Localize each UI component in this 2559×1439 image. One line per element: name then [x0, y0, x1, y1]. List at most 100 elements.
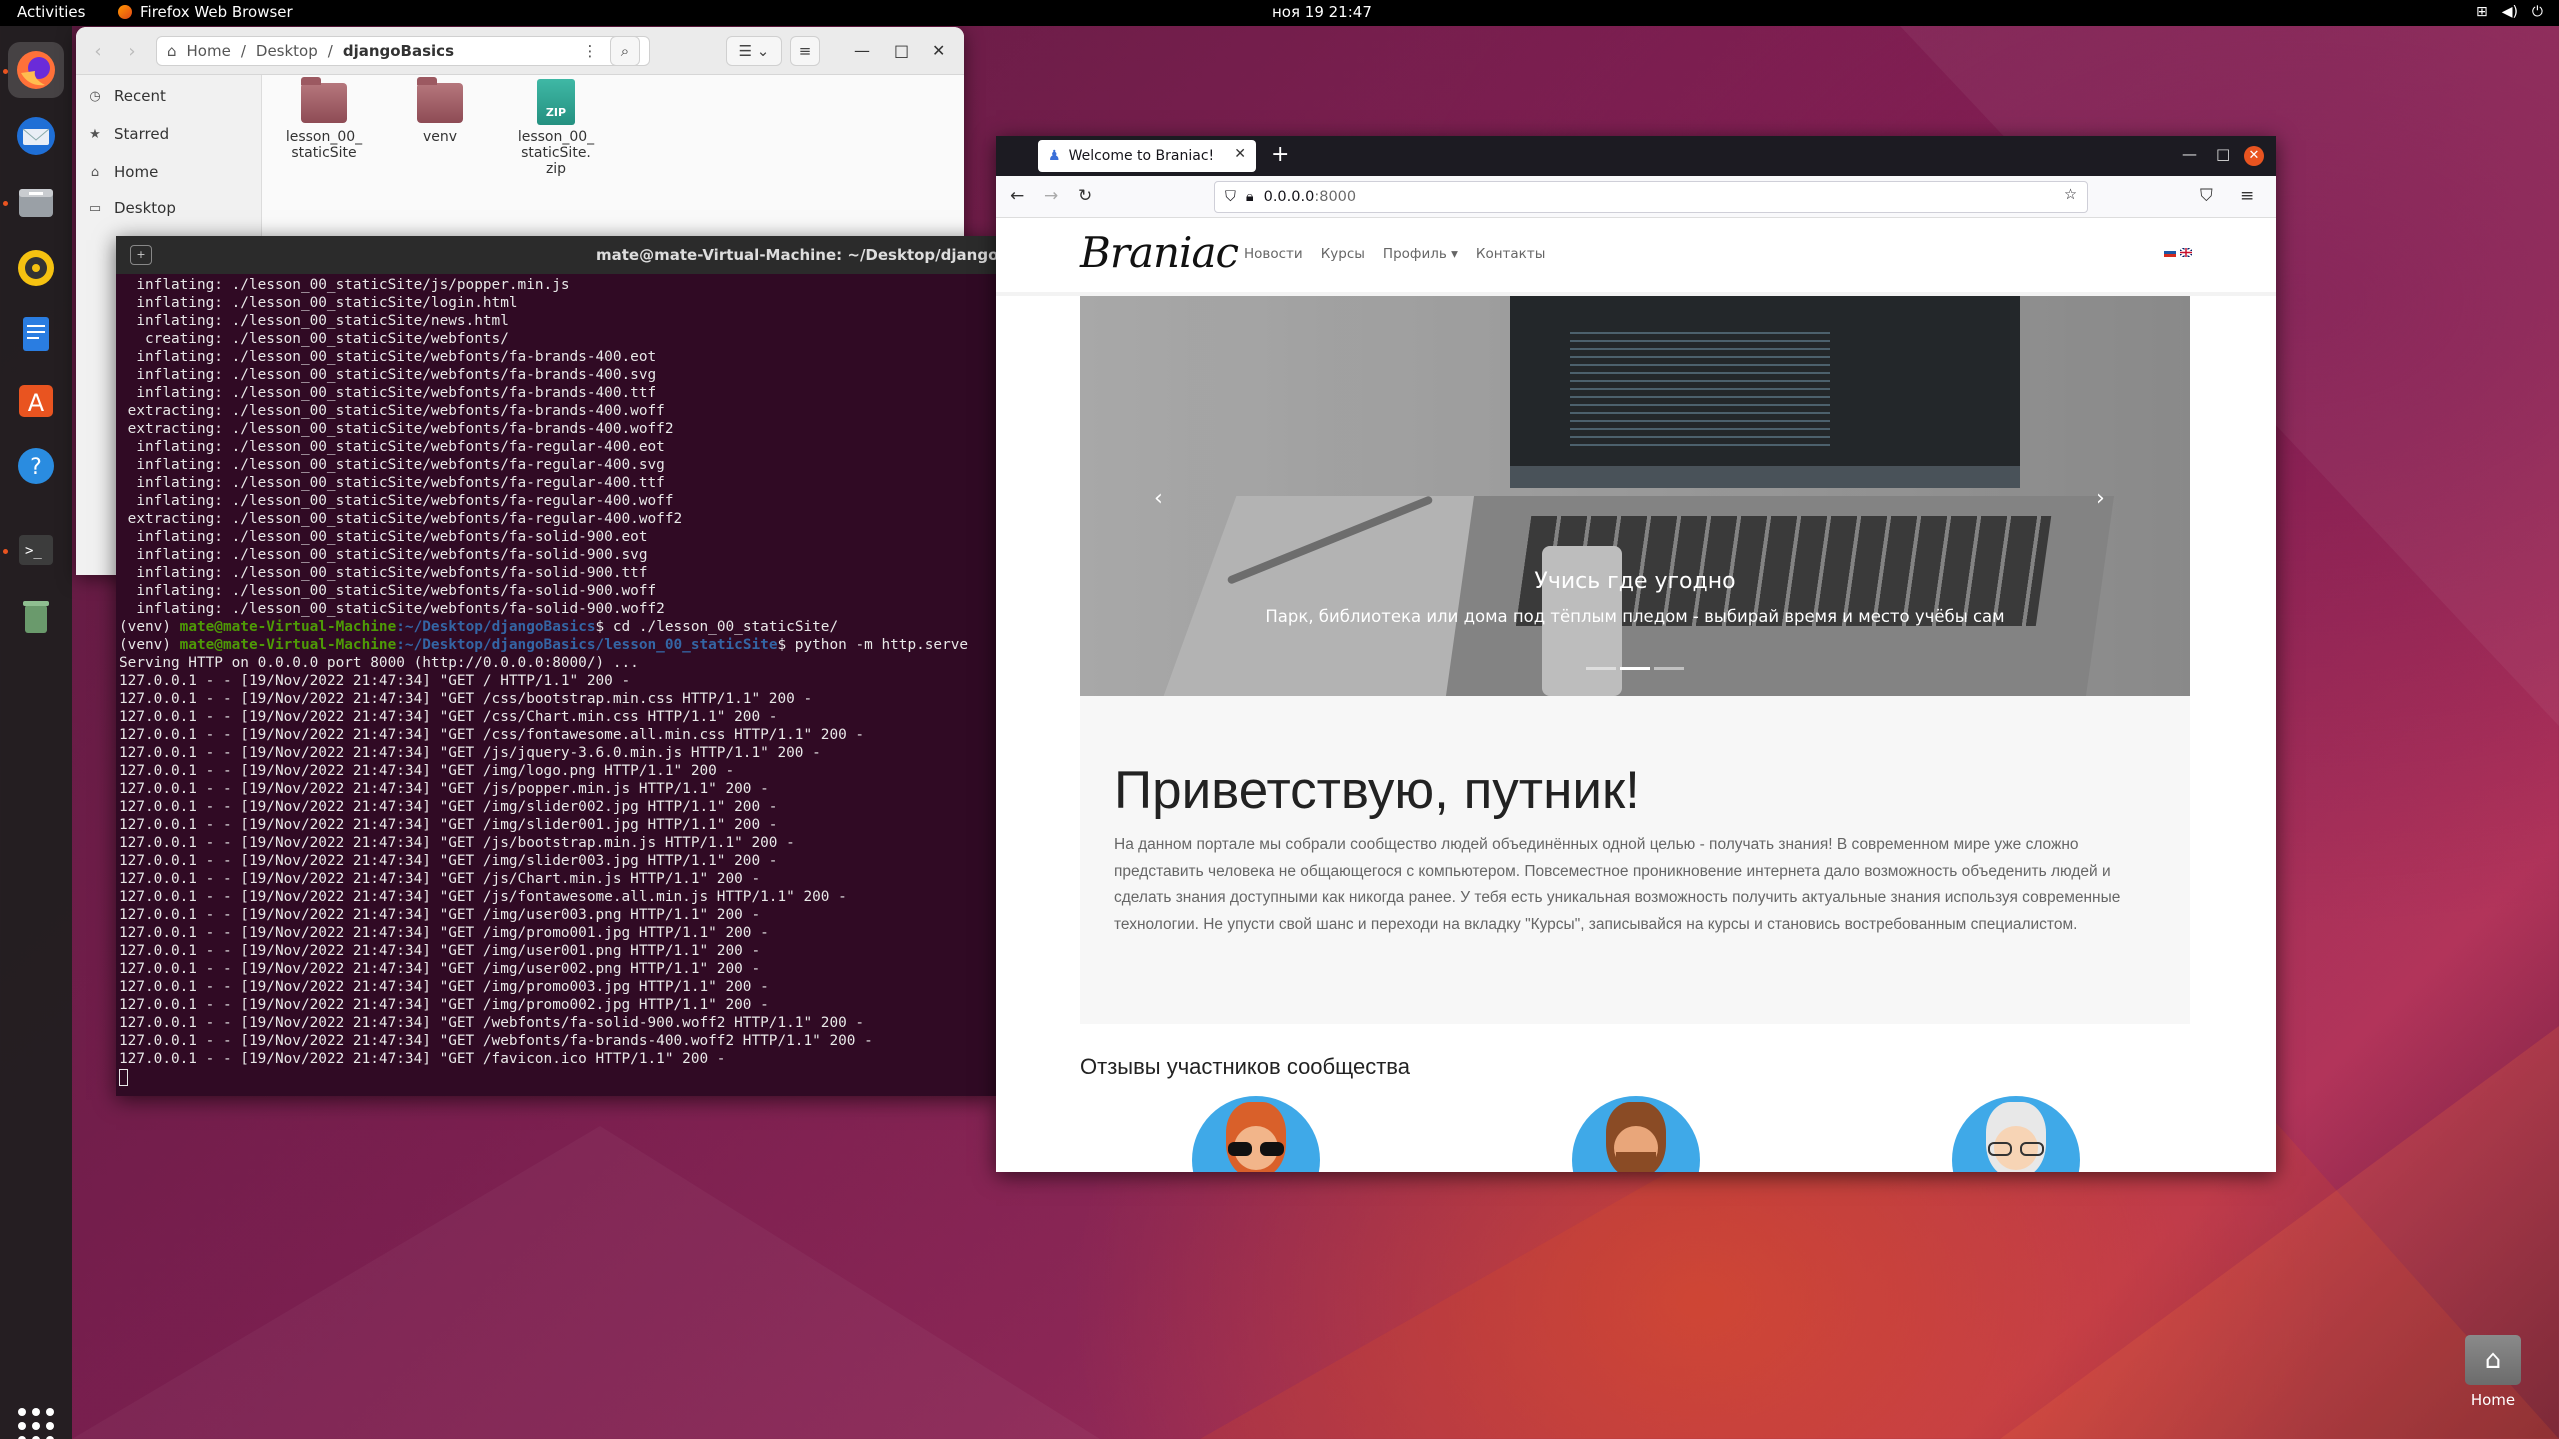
star-icon: ★: [89, 126, 101, 142]
slide-title: Учись где угодно: [1534, 569, 1736, 594]
dock-terminal[interactable]: >_: [8, 522, 64, 578]
dock-thunderbird[interactable]: [8, 108, 64, 164]
search-button[interactable]: ⌕: [610, 36, 640, 66]
terminal-line: 127.0.0.1 - - [19/Nov/2022 21:47:34] "GE…: [119, 961, 761, 977]
dock-firefox[interactable]: [8, 42, 64, 98]
svg-text:A: A: [28, 389, 45, 417]
close-tab-icon[interactable]: ✕: [1234, 146, 1246, 162]
carousel-prev-icon[interactable]: ‹: [1154, 486, 1163, 511]
firefox-icon: [17, 51, 55, 89]
home-icon: ⌂: [2465, 1335, 2521, 1385]
system-tray[interactable]: ⊞ ◀) ⏻: [2476, 4, 2543, 20]
terminal-output[interactable]: inflating: ./lesson_00_staticSite/js/pop…: [116, 274, 997, 1086]
home-icon: ⌂: [90, 164, 100, 180]
maximize-button[interactable]: □: [894, 41, 909, 60]
pocket-icon[interactable]: ⛉: [2200, 186, 2213, 206]
dock-help[interactable]: ?: [8, 438, 64, 494]
flag-ru-icon[interactable]: [2164, 248, 2176, 257]
folder-lesson[interactable]: lesson_00_ staticSite: [276, 77, 372, 161]
prompt-command: $ cd ./lesson_00_staticSite/: [595, 619, 839, 635]
terminal-line: inflating: ./lesson_00_staticSite/webfon…: [119, 349, 657, 365]
sidebar-item-home[interactable]: ⌂ Home: [88, 157, 158, 187]
close-button[interactable]: ✕: [932, 41, 945, 60]
terminal-line: 127.0.0.1 - - [19/Nov/2022 21:47:34] "GE…: [119, 763, 735, 779]
prompt-path: :~/Desktop/djangoBasics/lesson_00_static…: [396, 637, 778, 653]
terminal-line: 127.0.0.1 - - [19/Nov/2022 21:47:34] "GE…: [119, 1015, 865, 1031]
sidebar-item-label: Desktop: [114, 199, 176, 217]
file-zip[interactable]: ZIP lesson_00_ staticSite. zip: [508, 79, 604, 177]
sidebar-item-starred[interactable]: ★ Starred: [88, 119, 169, 149]
tab-welcome[interactable]: ♟ Welcome to Braniac! ✕: [1038, 140, 1256, 172]
carousel-next-icon[interactable]: ›: [2096, 486, 2105, 511]
welcome-heading: Приветствую, путник!: [1114, 761, 1640, 820]
minimize-button[interactable]: —: [854, 41, 870, 60]
terminal-line: inflating: ./lesson_00_staticSite/js/pop…: [119, 277, 570, 293]
hamburger-icon[interactable]: ≡: [2240, 186, 2254, 206]
bookmark-star-icon[interactable]: ☆: [2064, 187, 2077, 203]
main-menu-button[interactable]: ≡: [790, 36, 820, 66]
carousel-indicator[interactable]: [1586, 667, 1616, 670]
app-menu-label: Firefox Web Browser: [140, 3, 293, 21]
reload-icon[interactable]: ↻: [1078, 186, 1092, 206]
clock[interactable]: ноя 19 21:47: [1272, 3, 1372, 21]
terminal-line: 127.0.0.1 - - [19/Nov/2022 21:47:34] "GE…: [119, 907, 761, 923]
sidebar-item-recent[interactable]: ◷ Recent: [88, 81, 166, 111]
avatar: [1572, 1096, 1700, 1172]
carousel-indicator[interactable]: [1620, 667, 1650, 670]
forward-arrow-icon[interactable]: →: [1044, 186, 1058, 206]
tab-bar: ♟ Welcome to Braniac! ✕ + — □ ✕: [996, 136, 2276, 176]
back-arrow-icon[interactable]: ←: [1010, 186, 1024, 206]
search-icon: ⌕: [620, 42, 630, 60]
new-tab-button[interactable]: +: [130, 245, 152, 265]
dock-trash[interactable]: [8, 588, 64, 644]
dock-software[interactable]: A: [8, 372, 64, 428]
breadcrumb-separator: /: [327, 42, 333, 60]
svg-text:?: ?: [30, 455, 42, 480]
carousel-indicator[interactable]: [1654, 667, 1684, 670]
terminal-line: 127.0.0.1 - - [19/Nov/2022 21:47:34] "GE…: [119, 871, 761, 887]
dock-writer[interactable]: [8, 306, 64, 362]
breadcrumb-current[interactable]: djangoBasics: [343, 42, 454, 60]
hamburger-icon: ≡: [798, 42, 812, 60]
site-logo[interactable]: Braniac: [1080, 228, 1239, 277]
menu-profile[interactable]: Профиль ▾: [1383, 246, 1458, 262]
close-button[interactable]: ✕: [2244, 146, 2264, 166]
terminal-line: 127.0.0.1 - - [19/Nov/2022 21:47:34] "GE…: [119, 979, 769, 995]
zip-badge: ZIP: [545, 106, 567, 119]
terminal-line: 127.0.0.1 - - [19/Nov/2022 21:47:34] "GE…: [119, 1051, 726, 1067]
folder-venv[interactable]: venv: [392, 77, 488, 145]
new-tab-button[interactable]: +: [1271, 142, 1289, 167]
terminal-header: + mate@mate-Virtual-Machine: ~/Desktop/d…: [116, 236, 997, 274]
folder-icon: [301, 77, 347, 123]
desktop-home-shortcut[interactable]: ⌂ Home: [2458, 1335, 2528, 1409]
view-toggle[interactable]: ☰ ⌄: [726, 36, 782, 66]
flag-en-icon[interactable]: [2180, 248, 2192, 257]
sidebar-item-desktop[interactable]: ▭ Desktop: [88, 193, 176, 223]
back-button[interactable]: ‹: [82, 37, 114, 65]
top-bar: Activities Firefox Web Browser ноя 19 21…: [0, 0, 2559, 26]
carousel-indicators: [1586, 667, 1684, 670]
sidebar-item-label: Starred: [114, 125, 170, 143]
prompt-line: (venv) mate@mate-Virtual-Machine:~/Deskt…: [119, 618, 997, 636]
maximize-button[interactable]: □: [2216, 145, 2230, 163]
language-switcher: [2164, 248, 2192, 257]
path-menu-button[interactable]: ⋮: [576, 36, 604, 66]
app-menu[interactable]: Firefox Web Browser: [118, 3, 293, 21]
forward-button[interactable]: ›: [116, 37, 148, 65]
show-apps-button[interactable]: [18, 1408, 54, 1439]
menu-news[interactable]: Новости: [1244, 246, 1303, 262]
terminal-line: Serving HTTP on 0.0.0.0 port 8000 (http:…: [119, 655, 639, 671]
terminal-line: 127.0.0.1 - - [19/Nov/2022 21:47:34] "GE…: [119, 673, 631, 689]
url-bar[interactable]: ⛉ 🔒︎ 0.0.0.0:8000 ☆: [1214, 181, 2088, 213]
dock-rhythmbox[interactable]: [8, 240, 64, 296]
minimize-button[interactable]: —: [2182, 145, 2197, 163]
terminal-line: inflating: ./lesson_00_staticSite/webfon…: [119, 367, 657, 383]
network-icon: ⊞: [2475, 4, 2488, 20]
breadcrumb-desktop[interactable]: Desktop: [256, 42, 318, 60]
url-port: :8000: [1314, 189, 1357, 205]
menu-contacts[interactable]: Контакты: [1476, 246, 1545, 262]
menu-courses[interactable]: Курсы: [1321, 246, 1365, 262]
activities-button[interactable]: Activities: [17, 3, 85, 21]
dock-files[interactable]: [8, 174, 64, 230]
breadcrumb-home[interactable]: Home: [187, 42, 231, 60]
